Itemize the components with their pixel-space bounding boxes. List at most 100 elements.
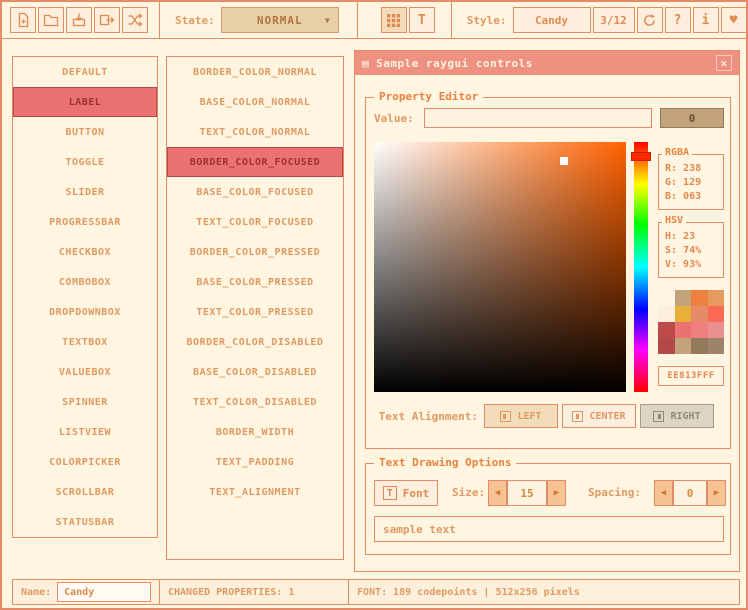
state-dropdown[interactable]: NORMAL ▼: [221, 7, 339, 33]
palette-swatch[interactable]: [691, 306, 708, 322]
palette-swatch[interactable]: [708, 338, 725, 354]
text-preview-button[interactable]: T: [409, 7, 435, 33]
align-center-label: CENTER: [589, 411, 625, 422]
info-button[interactable]: i: [693, 7, 719, 33]
toolbar-separator: [451, 2, 452, 39]
value-box[interactable]: 0: [660, 108, 724, 128]
size-value-box[interactable]: 15: [507, 480, 547, 506]
color-picker-panel[interactable]: [374, 142, 626, 392]
property-item-border-color-pressed[interactable]: BORDER_COLOR_PRESSED: [167, 237, 343, 267]
help-icon: ?: [674, 13, 682, 28]
controls-item-button[interactable]: BUTTON: [13, 117, 157, 147]
new-file-button[interactable]: [10, 7, 36, 33]
palette-swatch[interactable]: [708, 322, 725, 338]
hue-bar[interactable]: [634, 142, 648, 392]
export-style-button[interactable]: [94, 7, 120, 33]
hsv-saturation-value: S: 74%: [665, 244, 723, 258]
style-name-input-value: Candy: [64, 587, 94, 598]
left-arrow-icon: ◀: [661, 488, 666, 498]
style-name-input[interactable]: Candy: [57, 582, 151, 602]
controls-item-combobox[interactable]: COMBOBOX: [13, 267, 157, 297]
controls-item-spinner[interactable]: SPINNER: [13, 387, 157, 417]
controls-item-dropdownbox[interactable]: DROPDOWNBOX: [13, 297, 157, 327]
property-item-base-color-normal[interactable]: BASE_COLOR_NORMAL: [167, 87, 343, 117]
size-decrement-button[interactable]: ◀: [488, 480, 507, 506]
palette-swatch[interactable]: [708, 290, 725, 306]
controls-item-textbox[interactable]: TEXTBOX: [13, 327, 157, 357]
palette-swatch[interactable]: [658, 338, 675, 354]
hsv-hue-value: H: 23: [665, 230, 723, 244]
sponsor-button[interactable]: ♥: [721, 7, 747, 33]
font-atlas-button[interactable]: [381, 7, 407, 33]
save-file-button[interactable]: [66, 7, 92, 33]
controls-item-label[interactable]: LABEL: [13, 87, 157, 117]
controls-item-colorpicker[interactable]: COLORPICKER: [13, 447, 157, 477]
changed-properties-text: CHANGED PROPERTIES: 1: [168, 587, 294, 598]
controls-item-statusbar[interactable]: STATUSBAR: [13, 507, 157, 537]
property-item-base-color-pressed[interactable]: BASE_COLOR_PRESSED: [167, 267, 343, 297]
palette-swatch[interactable]: [691, 290, 708, 306]
palette-swatch[interactable]: [675, 306, 692, 322]
spacing-increment-button[interactable]: ▶: [707, 480, 726, 506]
property-item-text-color-normal[interactable]: TEXT_COLOR_NORMAL: [167, 117, 343, 147]
palette-swatch[interactable]: [658, 322, 675, 338]
property-item-border-width[interactable]: BORDER_WIDTH: [167, 417, 343, 447]
sample-text-input[interactable]: sample text: [374, 516, 724, 542]
color-picker-cursor[interactable]: [560, 157, 568, 165]
palette-swatch[interactable]: [691, 322, 708, 338]
property-item-text-color-focused[interactable]: TEXT_COLOR_FOCUSED: [167, 207, 343, 237]
align-left-button[interactable]: LEFT: [484, 404, 558, 428]
property-item-text-padding[interactable]: TEXT_PADDING: [167, 447, 343, 477]
randomize-style-button[interactable]: [122, 7, 148, 33]
grid-icon: [386, 13, 401, 28]
property-item-base-color-focused[interactable]: BASE_COLOR_FOCUSED: [167, 177, 343, 207]
spacing-value: 0: [687, 487, 694, 500]
align-right-button[interactable]: RIGHT: [640, 404, 714, 428]
align-center-button[interactable]: CENTER: [562, 404, 636, 428]
spacing-value-box[interactable]: 0: [673, 480, 707, 506]
sample-text-value: sample text: [383, 523, 456, 536]
controls-item-checkbox[interactable]: CHECKBOX: [13, 237, 157, 267]
property-item-border-color-normal[interactable]: BORDER_COLOR_NORMAL: [167, 57, 343, 87]
controls-item-slider[interactable]: SLIDER: [13, 177, 157, 207]
load-font-button[interactable]: T Font: [374, 480, 438, 506]
hex-color-input[interactable]: EE813FFF: [658, 366, 724, 386]
property-item-text-alignment[interactable]: TEXT_ALIGNMENT: [167, 477, 343, 507]
property-item-border-color-focused[interactable]: BORDER_COLOR_FOCUSED: [167, 147, 343, 177]
property-item-text-color-disabled[interactable]: TEXT_COLOR_DISABLED: [167, 387, 343, 417]
controls-item-listview[interactable]: LISTVIEW: [13, 417, 157, 447]
font-info-text: FONT: 189 codepoints | 512x256 pixels: [357, 587, 580, 598]
align-right-icon: [653, 411, 664, 422]
style-counter-value: 3/12: [600, 14, 627, 27]
style-counter-button[interactable]: 3/12: [593, 7, 635, 33]
reload-style-button[interactable]: [637, 7, 663, 33]
style-label: Style:: [467, 14, 507, 27]
window-close-button[interactable]: ×: [716, 55, 732, 71]
rgba-green-value: G: 129: [665, 176, 723, 190]
palette-swatch[interactable]: [691, 338, 708, 354]
hue-bar-cursor[interactable]: [631, 152, 651, 161]
style-name-box[interactable]: Candy: [513, 7, 591, 33]
palette-swatch[interactable]: [675, 338, 692, 354]
spacing-decrement-button[interactable]: ◀: [654, 480, 673, 506]
property-item-border-color-disabled[interactable]: BORDER_COLOR_DISABLED: [167, 327, 343, 357]
palette-swatch[interactable]: [708, 306, 725, 322]
window-titlebar[interactable]: ▤ Sample raygui controls ×: [355, 51, 739, 75]
palette-swatch[interactable]: [658, 306, 675, 322]
open-file-button[interactable]: [38, 7, 64, 33]
controls-item-default[interactable]: DEFAULT: [13, 57, 157, 87]
palette-swatch[interactable]: [675, 290, 692, 306]
size-increment-button[interactable]: ▶: [547, 480, 566, 506]
property-item-text-color-pressed[interactable]: TEXT_COLOR_PRESSED: [167, 297, 343, 327]
font-t-icon: T: [383, 486, 397, 500]
palette-swatch[interactable]: [675, 322, 692, 338]
help-button[interactable]: ?: [665, 7, 691, 33]
controls-item-progressbar[interactable]: PROGRESSBAR: [13, 207, 157, 237]
status-font-section: FONT: 189 codepoints | 512x256 pixels: [348, 579, 740, 605]
controls-item-scrollbar[interactable]: SCROLLBAR: [13, 477, 157, 507]
controls-item-valuebox[interactable]: VALUEBOX: [13, 357, 157, 387]
controls-item-toggle[interactable]: TOGGLE: [13, 147, 157, 177]
value-slider[interactable]: [424, 108, 652, 128]
palette-swatch[interactable]: [658, 290, 675, 306]
property-item-base-color-disabled[interactable]: BASE_COLOR_DISABLED: [167, 357, 343, 387]
